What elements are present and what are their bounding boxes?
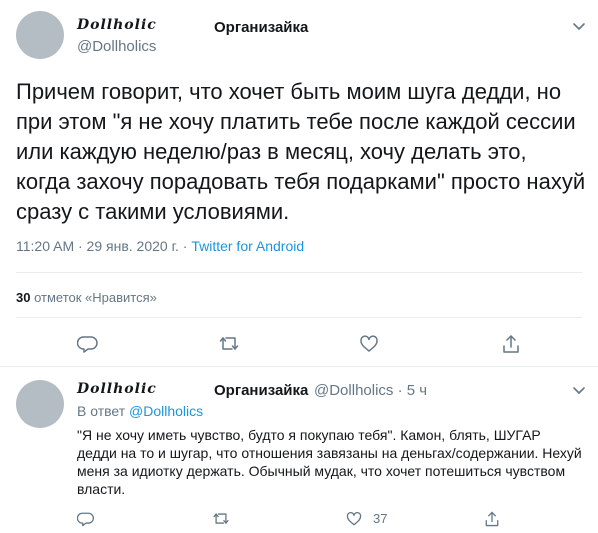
reply-handle-time[interactable]: @Dollholics · 5 ч	[314, 382, 427, 399]
reply-avatar[interactable]	[16, 380, 64, 428]
like-icon[interactable]	[345, 510, 363, 528]
divider	[0, 366, 598, 367]
reply-like-count: 37	[373, 511, 388, 526]
main-tweet-text: Причем говорит, что хочет быть моим шуга…	[16, 79, 586, 224]
reply-context: В ответ @Dollholics	[77, 403, 203, 419]
reply-prefix: В ответ	[77, 403, 130, 419]
chevron-down-icon[interactable]	[570, 17, 588, 35]
share-icon[interactable]	[483, 510, 501, 528]
main-avatar[interactable]	[16, 11, 64, 59]
reply-org-name[interactable]: Организайка	[214, 382, 308, 399]
main-display-name[interactable]: Dollholic	[77, 17, 157, 33]
divider	[16, 272, 582, 273]
reply-icon[interactable]	[77, 333, 99, 355]
reply-tweet-text: "Я не хочу иметь чувство, будто я покупа…	[77, 427, 582, 497]
main-likes-count: 30	[16, 290, 31, 305]
main-likes-label: отметок «Нравится»	[30, 290, 157, 305]
main-source-link[interactable]: Twitter for Android	[191, 238, 304, 254]
divider	[16, 317, 582, 318]
reply-icon[interactable]	[77, 510, 95, 528]
reply-to-link[interactable]: @Dollholics	[129, 403, 203, 419]
main-handle[interactable]: @Dollholics	[77, 38, 156, 55]
like-icon[interactable]	[358, 333, 380, 355]
retweet-icon[interactable]	[212, 510, 230, 528]
reply-display-name[interactable]: Dollholic	[77, 381, 157, 397]
share-icon[interactable]	[500, 333, 522, 355]
main-org-name[interactable]: Организайка	[214, 19, 308, 36]
main-likes-stat[interactable]: 30 отметок «Нравится»	[16, 290, 157, 305]
chevron-down-icon[interactable]	[570, 381, 588, 399]
main-timestamp[interactable]: 11:20 AM · 29 янв. 2020 г. ·	[16, 238, 191, 254]
retweet-icon[interactable]	[218, 333, 240, 355]
main-tweet-meta: 11:20 AM · 29 янв. 2020 г. · Twitter for…	[16, 238, 304, 254]
